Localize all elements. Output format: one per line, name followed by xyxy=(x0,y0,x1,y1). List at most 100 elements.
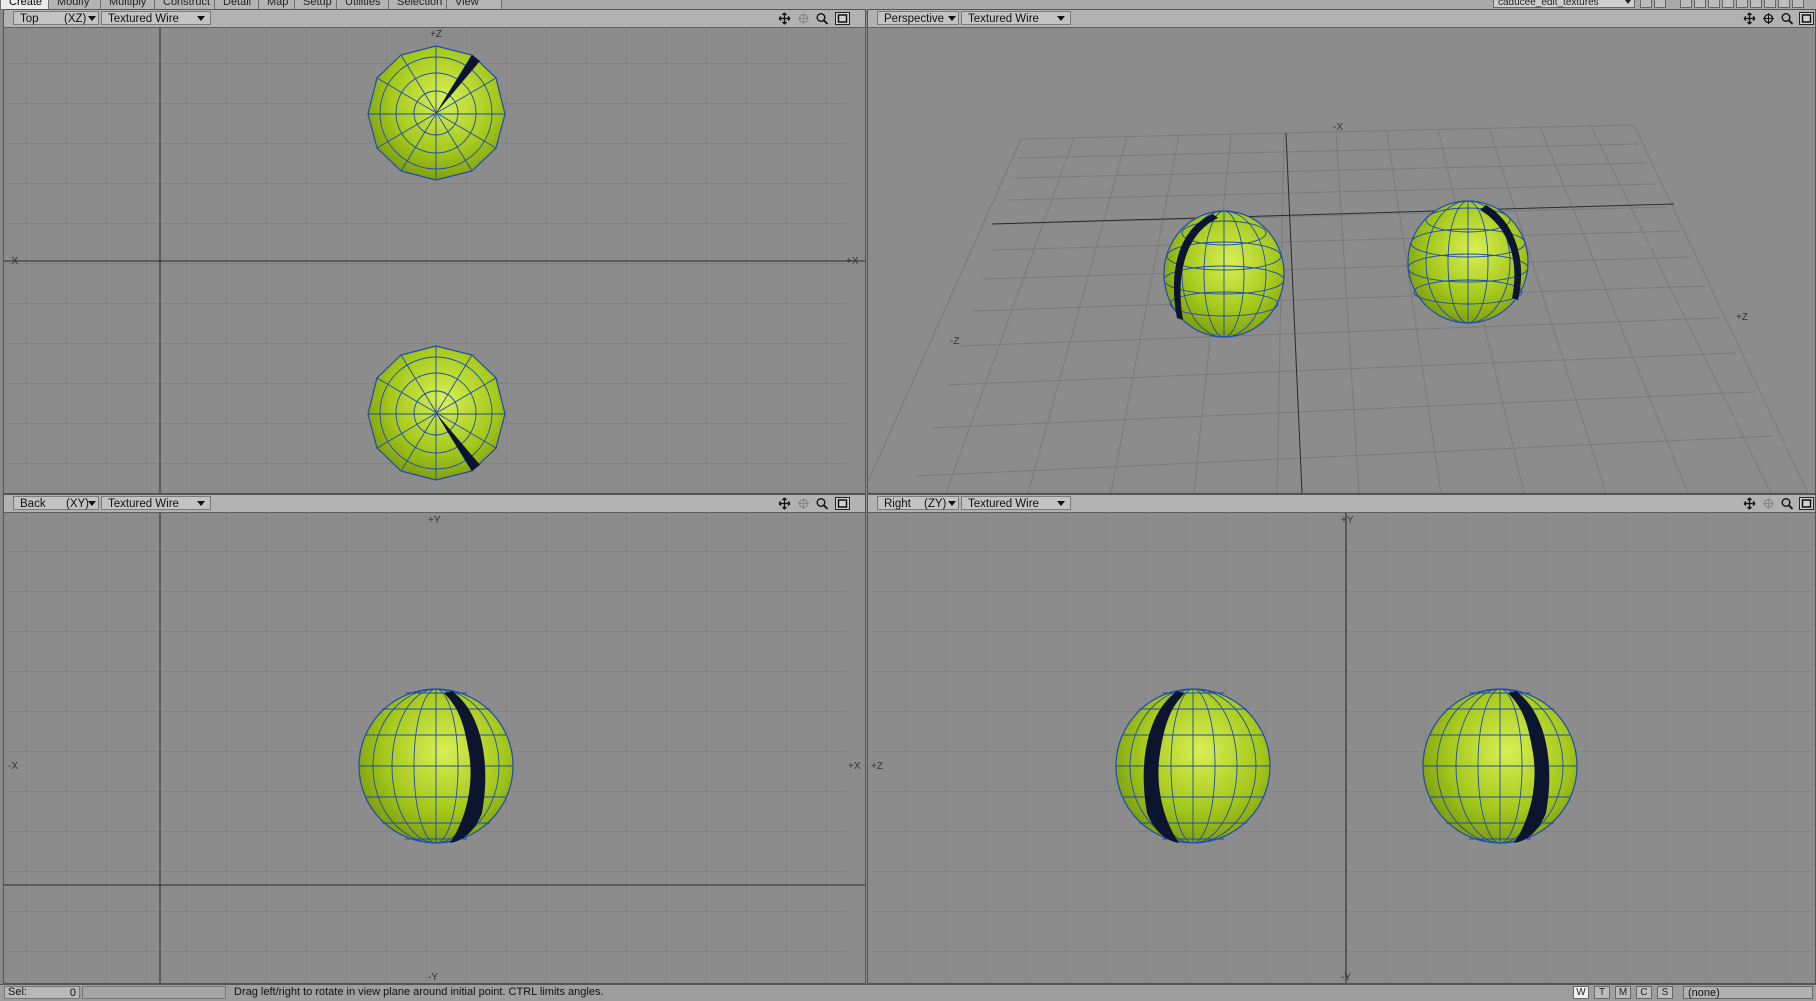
chevron-down-icon xyxy=(1057,16,1065,21)
pan-icon[interactable] xyxy=(777,497,792,510)
view-axes-label: (ZY) xyxy=(924,498,947,510)
rotate-icon[interactable] xyxy=(1761,12,1776,25)
sphere-right-2[interactable] xyxy=(1422,688,1578,844)
mode-s-button[interactable]: S xyxy=(1657,986,1673,999)
view-type-label: Perspective xyxy=(884,13,945,25)
chevron-down-icon xyxy=(948,501,956,506)
zoom-icon[interactable] xyxy=(1780,12,1795,25)
maximize-icon[interactable] xyxy=(1799,497,1814,510)
render-mode-select[interactable]: Textured Wire xyxy=(101,496,211,510)
fg-layer-9[interactable] xyxy=(1792,0,1804,8)
zoom-icon[interactable] xyxy=(1780,497,1795,510)
object-name: caducee_edit_textures xyxy=(1498,0,1599,8)
view-axes-label: (XZ) xyxy=(64,13,87,25)
render-mode-label: Textured Wire xyxy=(108,498,179,510)
render-mode-select[interactable]: Textured Wire xyxy=(101,11,211,25)
right-view-scene: +Y -Y +Z xyxy=(868,513,1815,983)
zoom-icon[interactable] xyxy=(815,12,830,25)
mode-w-button[interactable]: W xyxy=(1573,986,1589,999)
viewport-perspective[interactable]: Perspective Textured Wire -X -Z +Z xyxy=(867,9,1816,494)
fg-layer-7[interactable] xyxy=(1764,0,1776,8)
rotate-icon[interactable] xyxy=(1761,497,1776,510)
rotate-icon[interactable] xyxy=(796,12,811,25)
sphere-perspective-1[interactable] xyxy=(1163,210,1285,338)
chevron-down-icon xyxy=(197,501,205,506)
viewport-canvas[interactable]: +Y -Y +Z xyxy=(868,513,1815,983)
fg-layer-8[interactable] xyxy=(1778,0,1790,8)
numeric-field[interactable] xyxy=(82,986,226,999)
tab-label: Setup xyxy=(303,0,332,8)
view-type-select[interactable]: Perspective xyxy=(877,11,959,25)
selection-label: Sel: xyxy=(8,986,27,998)
object-selector[interactable]: caducee_edit_textures xyxy=(1493,0,1635,8)
render-mode-label: Textured Wire xyxy=(968,13,1039,25)
axis-label-plus-z: +Z xyxy=(871,761,883,772)
axis-label-minus-y: -Y xyxy=(1341,972,1351,983)
axis-label-minus-x: -X xyxy=(1333,122,1343,133)
axis-label-minus-y: -Y xyxy=(428,972,438,983)
viewport-back[interactable]: Back (XY) Textured Wire +Y -Y -X +X xyxy=(3,494,866,984)
view-type-select[interactable]: Right (ZY) xyxy=(877,496,959,510)
axis-label-plus-z: +Z xyxy=(430,29,442,40)
fg-layer-1[interactable] xyxy=(1680,0,1692,8)
mode-c-button[interactable]: C xyxy=(1636,986,1652,999)
chevron-down-icon xyxy=(1057,501,1065,506)
view-type-label: Right xyxy=(884,498,911,510)
mode-m-button[interactable]: M xyxy=(1615,986,1631,999)
chevron-down-icon xyxy=(88,16,96,21)
surface-selector[interactable]: (none) xyxy=(1683,986,1813,999)
tab-label: Multiply xyxy=(109,0,147,8)
tab-label: Construct xyxy=(163,0,211,8)
mode-t-button[interactable]: T xyxy=(1594,986,1610,999)
chevron-down-icon xyxy=(1625,0,1631,4)
tab-label: View xyxy=(455,0,479,8)
maximize-icon[interactable] xyxy=(835,12,850,25)
fg-layer-4[interactable] xyxy=(1722,0,1734,8)
sphere-right-1[interactable] xyxy=(1115,688,1271,844)
pan-icon[interactable] xyxy=(1742,12,1757,25)
viewport-header: Right (ZY) Textured Wire xyxy=(868,495,1815,513)
render-mode-label: Textured Wire xyxy=(968,498,1039,510)
fg-layer-2[interactable] xyxy=(1694,0,1706,8)
zoom-icon[interactable] xyxy=(815,497,830,510)
back-view-scene: +Y -Y -X +X xyxy=(4,513,865,983)
tab-label: Create xyxy=(9,0,43,8)
axis-label-plus-y: +Y xyxy=(428,515,441,526)
tab-label: Utilities xyxy=(345,0,381,8)
tab-label: Detail xyxy=(223,0,252,8)
viewport-header: Top (XZ) Textured Wire xyxy=(4,10,865,28)
fg-layer-5[interactable] xyxy=(1736,0,1748,8)
maximize-icon[interactable] xyxy=(835,497,850,510)
layer-next-button[interactable] xyxy=(1654,0,1666,8)
rotate-icon[interactable] xyxy=(796,497,811,510)
viewport-canvas[interactable]: -X -Z +Z xyxy=(868,28,1815,493)
view-type-select[interactable]: Top (XZ) xyxy=(13,11,99,25)
fg-layer-6[interactable] xyxy=(1750,0,1762,8)
axis-label-plus-z: +Z xyxy=(1736,312,1748,323)
viewport-header: Perspective Textured Wire xyxy=(868,10,1815,28)
viewport-canvas[interactable]: -X +X +Z xyxy=(4,28,865,493)
maximize-icon[interactable] xyxy=(1799,12,1814,25)
viewport-canvas[interactable]: +Y -Y -X +X xyxy=(4,513,865,983)
layer-prev-button[interactable] xyxy=(1640,0,1652,8)
render-mode-select[interactable]: Textured Wire xyxy=(961,496,1071,510)
tab-label: Selection xyxy=(397,0,443,8)
tab-label: Modify xyxy=(57,0,90,8)
selection-count-field: 0 Sel: xyxy=(4,986,80,999)
pan-icon[interactable] xyxy=(777,12,792,25)
axis-label-plus-x: +X xyxy=(846,256,859,267)
sphere-back[interactable] xyxy=(358,688,514,844)
render-mode-select[interactable]: Textured Wire xyxy=(961,11,1071,25)
viewport-right[interactable]: Right (ZY) Textured Wire +Y -Y +Z xyxy=(867,494,1816,984)
view-type-select[interactable]: Back (XY) xyxy=(13,496,99,510)
axis-label-minus-x: -X xyxy=(8,761,18,772)
sphere-perspective-2[interactable] xyxy=(1407,200,1529,324)
pan-icon[interactable] xyxy=(1742,497,1757,510)
chevron-down-icon xyxy=(88,501,96,506)
render-mode-label: Textured Wire xyxy=(108,13,179,25)
fg-layer-3[interactable] xyxy=(1708,0,1720,8)
axis-label-minus-z: -Z xyxy=(950,336,959,347)
status-hint: Drag left/right to rotate in view plane … xyxy=(234,986,604,998)
viewport-top[interactable]: Top (XZ) Textured Wire -X +X +Z xyxy=(3,9,866,494)
chevron-down-icon xyxy=(197,16,205,21)
